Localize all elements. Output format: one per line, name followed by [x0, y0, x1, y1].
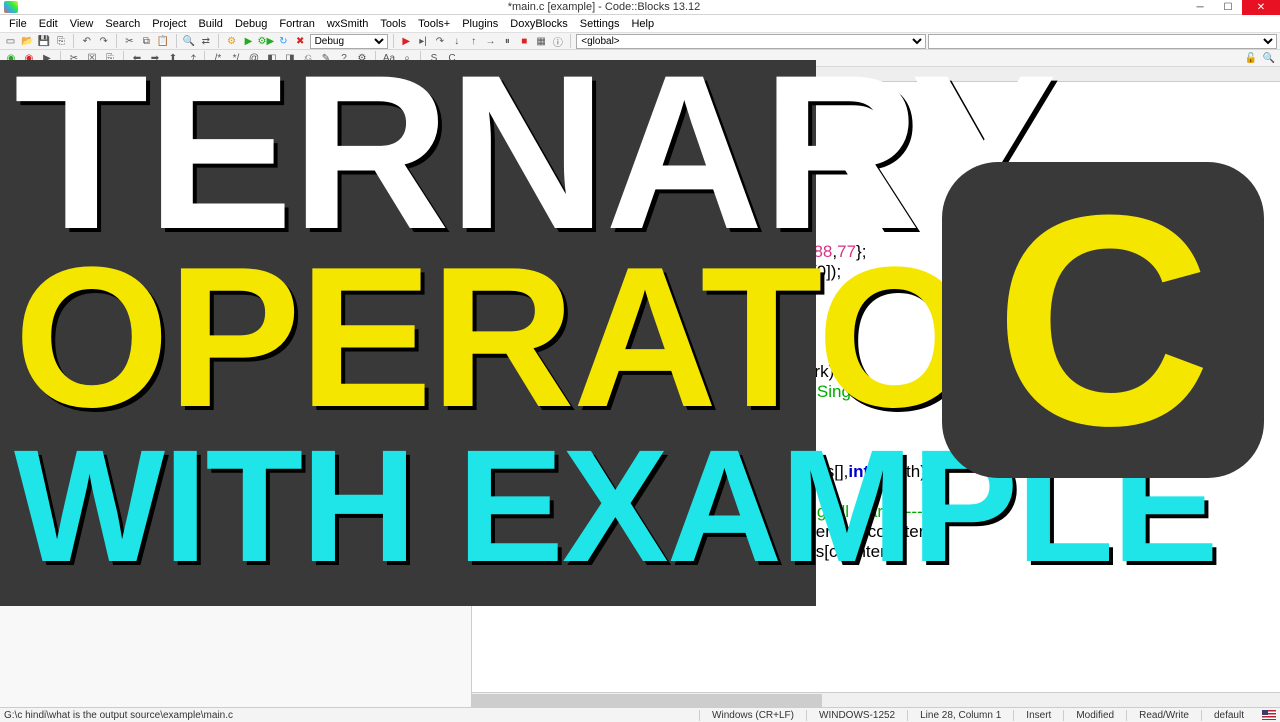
- toolbar-2: ◉ ◉ ▶ ✂ ☒ ⎘ ⬅ ➡ ⬆ ⤴ /* */ @ ◧ ◨ ⎌ ✎ ? ⚙ …: [0, 50, 1280, 67]
- replace-icon[interactable]: ⇄: [198, 34, 213, 48]
- nav-last-icon[interactable]: ⤴: [183, 51, 199, 65]
- new-file-icon[interactable]: ▭: [3, 34, 18, 48]
- menu-tools+[interactable]: Tools+: [412, 16, 456, 32]
- undo-icon[interactable]: ↶: [79, 34, 94, 48]
- management-panel: Management: [0, 67, 472, 707]
- redo-icon[interactable]: ↷: [96, 34, 111, 48]
- stop-debug-icon[interactable]: ■: [517, 34, 532, 48]
- t2-icon[interactable]: @: [246, 51, 262, 65]
- symbol-select[interactable]: [928, 34, 1277, 49]
- step-out-icon[interactable]: ↑: [466, 34, 481, 48]
- t2-icon[interactable]: 🔓: [1243, 51, 1259, 65]
- menu-project[interactable]: Project: [146, 16, 192, 32]
- menu-view[interactable]: View: [64, 16, 100, 32]
- status-modified: Modified: [1063, 710, 1126, 721]
- find-icon[interactable]: 🔍: [182, 34, 197, 48]
- menu-doxyblocks[interactable]: DoxyBlocks: [504, 16, 573, 32]
- menu-bar: FileEditViewSearchProjectBuildDebugFortr…: [0, 15, 1280, 33]
- menu-help[interactable]: Help: [625, 16, 660, 32]
- c-badge: C: [942, 162, 1264, 478]
- menu-edit[interactable]: Edit: [33, 16, 64, 32]
- t2-icon[interactable]: S: [426, 51, 442, 65]
- t2-icon[interactable]: ☒: [84, 51, 100, 65]
- close-button[interactable]: ✕: [1242, 0, 1280, 15]
- copy-icon[interactable]: ⧉: [139, 34, 154, 48]
- t2-icon[interactable]: ⎌: [300, 51, 316, 65]
- menu-file[interactable]: File: [3, 16, 33, 32]
- nav-back-icon[interactable]: ⬅: [129, 51, 145, 65]
- status-insert: Insert: [1013, 710, 1063, 721]
- t2-icon[interactable]: ✎: [318, 51, 334, 65]
- t2-icon[interactable]: ⚙: [354, 51, 370, 65]
- t2-icon[interactable]: ◉: [3, 51, 19, 65]
- cut-icon[interactable]: ✂: [122, 34, 137, 48]
- build-target-select[interactable]: Debug: [310, 34, 388, 49]
- minimize-button[interactable]: ─: [1186, 0, 1214, 15]
- debug-windows-icon[interactable]: ▦: [534, 34, 549, 48]
- build-run-icon[interactable]: ⚙▶: [258, 34, 274, 48]
- debug-start-icon[interactable]: ▶: [399, 34, 414, 48]
- run-icon[interactable]: ▶: [241, 34, 256, 48]
- menu-tools[interactable]: Tools: [374, 16, 412, 32]
- maximize-button[interactable]: ☐: [1214, 0, 1242, 15]
- app-icon: [4, 1, 18, 13]
- save-icon[interactable]: 💾: [37, 34, 52, 48]
- info-icon[interactable]: ⓘ: [551, 34, 566, 48]
- t2-icon[interactable]: ⎘: [102, 51, 118, 65]
- step-into-icon[interactable]: ↓: [449, 34, 464, 48]
- status-encoding: WINDOWS-1252: [806, 710, 907, 721]
- nav-fwd-icon[interactable]: ➡: [147, 51, 163, 65]
- status-eol: Windows (CR+LF): [699, 710, 806, 721]
- next-instr-icon[interactable]: →: [483, 34, 498, 48]
- editor-tabstrip: *main.c×: [472, 67, 1280, 82]
- window-title: *main.c [example] - Code::Blocks 13.12: [22, 1, 1186, 13]
- scrollbar-horizontal[interactable]: [472, 692, 1280, 707]
- tab-close-icon[interactable]: ×: [525, 69, 530, 79]
- rebuild-icon[interactable]: ↻: [276, 34, 291, 48]
- menu-wxsmith[interactable]: wxSmith: [321, 16, 375, 32]
- status-profile: default: [1201, 710, 1256, 721]
- t2-icon[interactable]: /*: [210, 51, 226, 65]
- menu-fortran[interactable]: Fortran: [273, 16, 320, 32]
- abort-icon[interactable]: ✖: [293, 34, 308, 48]
- run-to-cursor-icon[interactable]: ▸|: [416, 34, 431, 48]
- menu-build[interactable]: Build: [192, 16, 228, 32]
- save-all-icon[interactable]: ⎘: [54, 34, 69, 48]
- t2-icon[interactable]: */: [228, 51, 244, 65]
- build-icon[interactable]: ⚙: [224, 34, 239, 48]
- status-position: Line 28, Column 1: [907, 710, 1013, 721]
- t2-icon[interactable]: 🔍: [1261, 51, 1277, 65]
- t2-icon[interactable]: ◨: [282, 51, 298, 65]
- t2-icon[interactable]: ✂: [66, 51, 82, 65]
- status-path: G:\c hindi\what is the output source\exa…: [4, 710, 699, 721]
- t2-icon[interactable]: ◉: [21, 51, 37, 65]
- status-readwrite: Read/Write: [1126, 710, 1201, 721]
- menu-debug[interactable]: Debug: [229, 16, 273, 32]
- paste-icon[interactable]: 📋: [156, 34, 171, 48]
- t2-icon[interactable]: ▶: [39, 51, 55, 65]
- menu-settings[interactable]: Settings: [574, 16, 626, 32]
- management-title: Management: [0, 67, 471, 80]
- menu-search[interactable]: Search: [99, 16, 146, 32]
- toolbar-1: ▭ 📂 💾 ⎘ ↶ ↷ ✂ ⧉ 📋 🔍 ⇄ ⚙ ▶ ⚙▶ ↻ ✖ Debug ▶…: [0, 33, 1280, 50]
- menu-plugins[interactable]: Plugins: [456, 16, 504, 32]
- tab-main-c[interactable]: *main.c×: [472, 67, 540, 81]
- t2-icon[interactable]: ⌕: [399, 51, 415, 65]
- nav-up-icon[interactable]: ⬆: [165, 51, 181, 65]
- t2-icon[interactable]: ◧: [264, 51, 280, 65]
- lang-flag-icon: [1262, 710, 1276, 720]
- t2-icon[interactable]: Aa: [381, 51, 397, 65]
- open-icon[interactable]: 📂: [20, 34, 35, 48]
- t2-icon[interactable]: C: [444, 51, 460, 65]
- scope-select[interactable]: <global>: [576, 34, 925, 49]
- step-over-icon[interactable]: ↷: [432, 34, 447, 48]
- break-icon[interactable]: ⏸: [500, 34, 515, 48]
- t2-icon[interactable]: ?: [336, 51, 352, 65]
